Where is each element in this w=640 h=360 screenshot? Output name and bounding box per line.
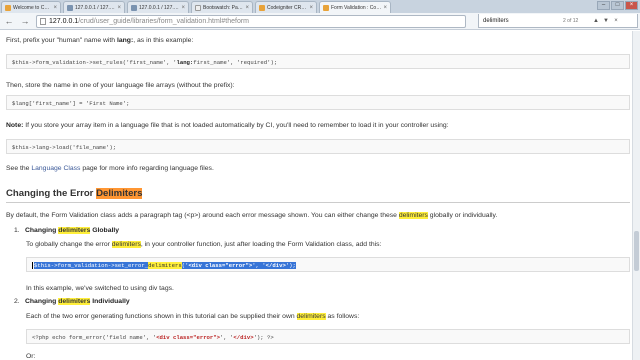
tab-phpmyadmin-2[interactable]: 127.0.0.1 / 127.0.0.1 / cre ×	[127, 1, 189, 13]
find-bar: delimiters 2 of 12 ▲ ▼ ×	[478, 14, 638, 28]
codeigniter-favicon-icon	[323, 4, 329, 11]
paragraph-or: Or:	[26, 353, 36, 360]
url-text: 127.0.0.1/crud/user_guide/libraries/form…	[49, 18, 250, 25]
selected-code-text: $this->form_validation->set_error_delimi…	[34, 262, 296, 269]
paragraph-prefix-lang: First, prefix your "human" name with lan…	[6, 37, 194, 44]
heading-divider	[6, 202, 630, 203]
page-content: First, prefix your "human" name with lan…	[0, 31, 640, 360]
page-icon	[40, 18, 46, 25]
find-previous-icon[interactable]: ▲	[591, 18, 601, 24]
tab-title: Form Validation : CodeIg	[331, 4, 382, 11]
find-next-icon[interactable]: ▼	[601, 18, 611, 24]
browser-toolbar: ← → 127.0.0.1/crud/user_guide/libraries/…	[0, 13, 640, 30]
code-block-set-rules: $this->form_validation->set_rules('first…	[6, 54, 630, 69]
tab-form-validation[interactable]: Form Validation : CodeIg ×	[319, 1, 391, 13]
paragraph-see-language: See the Language Class page for more inf…	[6, 165, 214, 172]
find-close-icon[interactable]: ×	[611, 18, 621, 24]
text-cursor	[32, 262, 33, 270]
close-icon[interactable]: ×	[309, 5, 313, 11]
minimize-icon[interactable]: –	[597, 1, 610, 10]
address-bar[interactable]: 127.0.0.1/crud/user_guide/libraries/form…	[36, 15, 466, 28]
language-class-link[interactable]: Language Class	[31, 165, 80, 172]
close-icon[interactable]: ×	[117, 5, 121, 11]
back-icon[interactable]: ←	[2, 14, 16, 28]
close-icon[interactable]: ×	[53, 5, 57, 11]
tab-phpmyadmin-1[interactable]: 127.0.0.1 / 127.0.0.1 / cre ×	[63, 1, 125, 13]
list-item-individually: 2. Changing delimiters Individually	[14, 298, 130, 305]
paragraph-store-name: Then, store the name in one of your lang…	[6, 82, 235, 89]
code-block-lang-load: $this->lang->load('file_name');	[6, 139, 630, 154]
close-icon[interactable]: ×	[181, 5, 185, 11]
phpmyadmin-favicon-icon	[67, 4, 73, 11]
paragraph-globally-desc: To globally change the error delimiters,…	[26, 241, 382, 248]
tab-crud-app[interactable]: Codeigniter CRUD Applic ×	[255, 1, 317, 13]
find-current-match: Delimiters	[96, 188, 143, 199]
tab-strip: Welcome to CodeIgniter × 127.0.0.1 / 127…	[0, 0, 640, 13]
find-input[interactable]: delimiters	[483, 18, 563, 24]
paragraph-div-tags: In this example, we've switched to using…	[26, 285, 174, 292]
codeigniter-favicon-icon	[259, 4, 265, 11]
list-item-globally: 1. Changing delimiters Globally	[14, 227, 120, 234]
find-match-count: 2 of 12	[563, 17, 579, 24]
close-icon[interactable]: ×	[383, 5, 387, 11]
tab-title: Codeigniter CRUD Applic	[267, 4, 308, 11]
tab-title: Welcome to CodeIgniter	[13, 4, 51, 11]
paragraph-intro: By default, the Form Validation class ad…	[6, 212, 498, 219]
code-block-form-error: <?php echo form_error('field name', '<di…	[26, 329, 630, 344]
tab-title: 127.0.0.1 / 127.0.0.1 / cre	[139, 4, 179, 11]
close-window-icon[interactable]: ×	[625, 1, 638, 10]
tab-bootswatch[interactable]: Bootswatch: Paper ×	[191, 1, 253, 13]
bootswatch-favicon-icon	[195, 4, 201, 11]
paragraph-individually-desc: Each of the two error generating functio…	[26, 313, 360, 320]
tab-title: 127.0.0.1 / 127.0.0.1 / cre	[75, 4, 115, 11]
codeigniter-favicon-icon	[5, 4, 11, 11]
forward-icon[interactable]: →	[18, 14, 32, 28]
code-block-lang-array: $lang['first_name'] = 'First Name';	[6, 95, 630, 110]
note-paragraph: Note: If you store your array item in a …	[6, 122, 449, 129]
tab-welcome[interactable]: Welcome to CodeIgniter ×	[1, 1, 61, 13]
window-controls: – □ ×	[597, 1, 638, 10]
section-heading: Changing the Error Delimiters	[6, 188, 143, 199]
maximize-icon[interactable]: □	[611, 1, 624, 10]
vertical-scrollbar[interactable]	[632, 31, 640, 360]
phpmyadmin-favicon-icon	[131, 4, 137, 11]
tab-title: Bootswatch: Paper	[203, 4, 244, 11]
code-block-set-error-delimiters: $this->form_validation->set_error_delimi…	[26, 257, 630, 272]
close-icon[interactable]: ×	[245, 5, 249, 11]
scrollbar-thumb[interactable]	[634, 231, 639, 271]
